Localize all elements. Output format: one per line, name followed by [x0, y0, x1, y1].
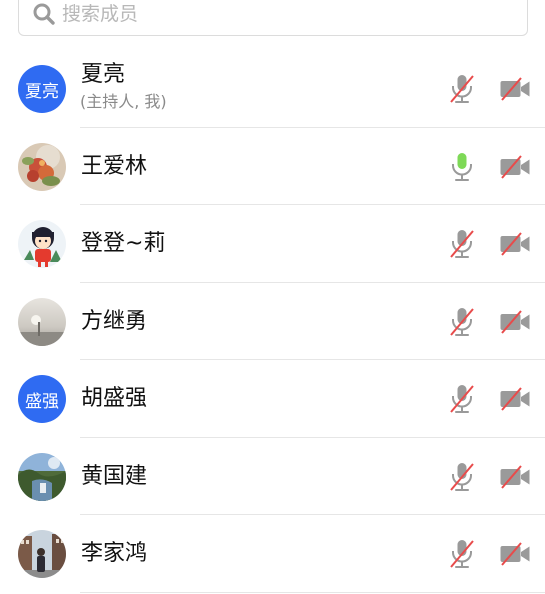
- microphone-muted-icon[interactable]: [448, 383, 476, 415]
- member-name: 夏亮: [81, 62, 126, 87]
- camera-off-icon[interactable]: [499, 541, 531, 567]
- member-row[interactable]: 登登~莉: [0, 205, 545, 283]
- avatar: 盛强: [18, 375, 66, 423]
- camera-off-icon[interactable]: [499, 76, 531, 102]
- camera-off-icon[interactable]: [499, 231, 531, 257]
- member-list: 夏亮 夏亮 (主持人, 我) 王爱林 登登~莉 方继勇 盛强 胡盛强 黄国建 李…: [0, 50, 545, 593]
- camera-off-icon[interactable]: [499, 309, 531, 335]
- member-row[interactable]: 夏亮 夏亮 (主持人, 我): [0, 50, 545, 128]
- avatar: [18, 220, 66, 268]
- member-name: 李家鸿: [81, 541, 148, 566]
- avatar: [18, 530, 66, 578]
- avatar: [18, 452, 66, 501]
- microphone-muted-icon[interactable]: [448, 73, 476, 105]
- member-row[interactable]: 李家鸿: [0, 515, 545, 593]
- microphone-muted-icon[interactable]: [448, 228, 476, 260]
- member-name: 登登~莉: [81, 231, 166, 256]
- avatar: [18, 297, 66, 346]
- avatar: 夏亮: [18, 65, 66, 113]
- member-name: 王爱林: [81, 153, 148, 179]
- camera-off-icon[interactable]: [499, 386, 531, 412]
- member-row[interactable]: 王爱林: [0, 128, 545, 205]
- microphone-muted-icon[interactable]: [448, 538, 476, 570]
- member-row[interactable]: 盛强 胡盛强: [0, 360, 545, 438]
- member-role: (主持人, 我): [80, 92, 167, 111]
- member-name: 胡盛强: [81, 386, 148, 411]
- microphone-active-icon[interactable]: [448, 151, 476, 183]
- microphone-muted-icon[interactable]: [448, 306, 476, 338]
- microphone-muted-icon[interactable]: [448, 461, 476, 493]
- camera-off-icon[interactable]: [499, 154, 531, 180]
- member-row[interactable]: 方继勇: [0, 283, 545, 360]
- search-input[interactable]: [62, 3, 462, 25]
- search-icon: [33, 3, 55, 25]
- row-divider: [80, 591, 545, 593]
- member-name: 黄国建: [81, 463, 148, 489]
- member-name: 方继勇: [81, 308, 148, 334]
- camera-off-icon[interactable]: [499, 464, 531, 490]
- member-row[interactable]: 黄国建: [0, 438, 545, 515]
- search-bar[interactable]: [18, 0, 528, 36]
- avatar: [18, 142, 66, 191]
